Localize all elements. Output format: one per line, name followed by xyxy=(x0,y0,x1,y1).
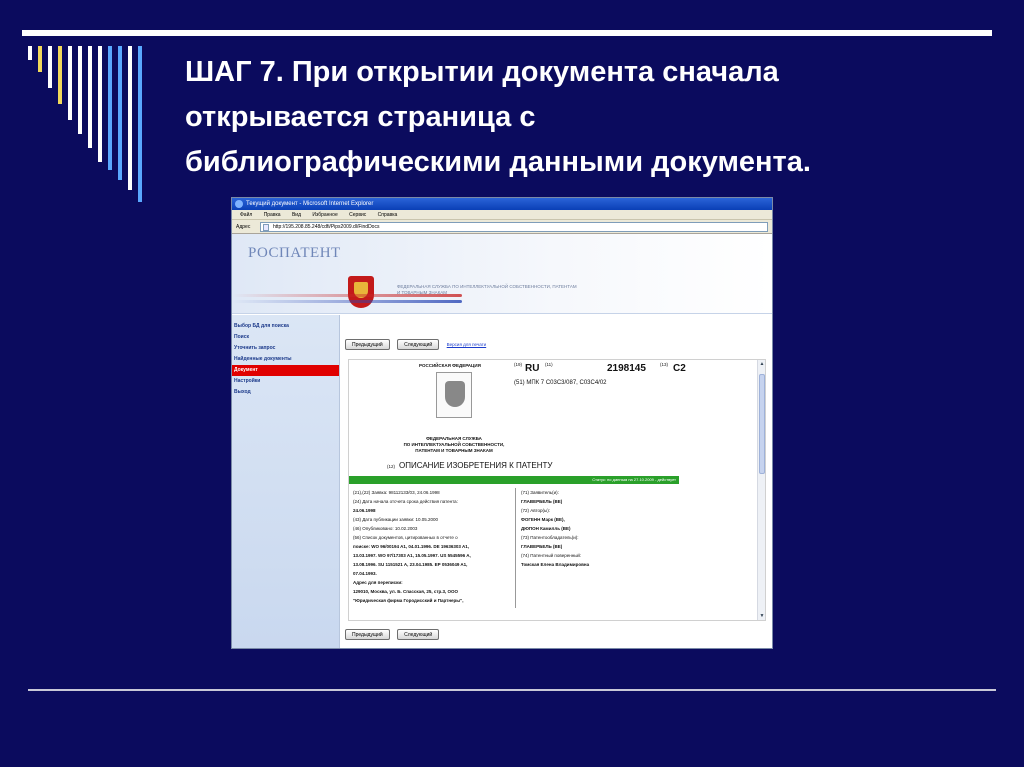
bottom-nav-buttons: Предыдущий Следующий xyxy=(345,629,442,641)
bottom-divider xyxy=(28,689,996,691)
decorative-stripe xyxy=(88,46,92,148)
address-value: http://195.208.85.248/cdfi/Pips2009.dl/F… xyxy=(273,224,380,230)
print-version-link[interactable]: Версия для печати xyxy=(447,339,487,350)
next-button[interactable]: Следующий xyxy=(397,339,440,350)
decorative-stripe xyxy=(58,46,62,104)
sidebar-item-search[interactable]: Поиск xyxy=(232,332,339,343)
decorative-stripe xyxy=(68,46,72,120)
slide-title-line-2: открывается страница с xyxy=(185,101,536,133)
menu-view[interactable]: Вид xyxy=(292,212,301,218)
slide-title: ШАГ 7. При открытии документа сначала от… xyxy=(185,50,965,185)
decorative-stripe xyxy=(38,46,42,72)
decorative-stripe xyxy=(128,46,132,190)
eagle-shape xyxy=(445,381,465,407)
document-field: ГЛАВЕРБЕЛЬ (BE) xyxy=(521,544,563,549)
country-code: RU xyxy=(525,363,540,374)
page-icon xyxy=(263,224,269,231)
menu-tools[interactable]: Сервис xyxy=(349,212,366,218)
column-divider xyxy=(515,488,516,608)
patent-kind: C2 xyxy=(673,363,686,374)
browser-title: Текущий документ - Microsoft Internet Ex… xyxy=(246,201,374,207)
document-field: (71) Заявитель(и): xyxy=(521,490,559,495)
sidebar-item-found-docs[interactable]: Найденные документы xyxy=(232,354,339,365)
document-field: 129010, Москва, ул. Б. Спасская, 25, стр… xyxy=(353,589,459,594)
prev-button-bottom[interactable]: Предыдущий xyxy=(345,629,390,640)
ie-icon xyxy=(235,200,243,208)
slide-title-line-3: библиографическими данными документа. xyxy=(185,146,811,178)
address-input[interactable]: http://195.208.85.248/cdfi/Pips2009.dl/F… xyxy=(260,222,768,232)
document-field: Томская Елена Владимировна xyxy=(521,562,590,567)
document-field: (21),(22) Заявка: 98112133/03, 24.06.199… xyxy=(353,490,440,495)
document-scrollbar[interactable]: ▲ ▼ xyxy=(757,360,765,620)
document-field: 13.08.1996. SU 1151521 A, 23.04.1985. EP… xyxy=(353,562,468,567)
prev-button[interactable]: Предыдущий xyxy=(345,339,390,350)
document-field: (43) Дата публикации заявки: 10.05.2000 xyxy=(353,517,439,522)
address-bar: Адрес http://195.208.85.248/cdfi/Pips200… xyxy=(232,220,772,234)
patent-document: РОССИЙСКАЯ ФЕДЕРАЦИЯ ФЕДЕРАЛЬНАЯ СЛУЖБА … xyxy=(348,359,766,621)
decorative-stripe xyxy=(138,46,142,202)
decorative-stripe xyxy=(48,46,52,88)
scroll-down-icon[interactable]: ▼ xyxy=(759,613,765,619)
document-field: ДЮПОН Камилль (BE) xyxy=(521,526,571,531)
sidebar-item-document[interactable]: Документ xyxy=(232,365,339,376)
ipc-classes: (51) МПК 7 C03C3/087, C03C4/02 xyxy=(514,380,607,386)
document-field: "Юридическая фирма Городисский и Партнер… xyxy=(353,598,464,603)
document-field: (24) Дата начала отсчета срока действия … xyxy=(353,499,458,504)
document-field: ФОГЕНН Марк (BE), xyxy=(521,517,565,522)
status-bar: Статус: по данным на 27.10.2009 - действ… xyxy=(349,476,679,484)
sidebar-item-refine[interactable]: Уточнить запрос xyxy=(232,343,339,354)
document-field: (74) Патентный поверенный: xyxy=(521,553,582,558)
sidebar-item-db-select[interactable]: Выбор БД для поиска xyxy=(232,321,339,332)
sidebar: Выбор БД для поиска Поиск Уточнить запро… xyxy=(232,315,340,648)
document-field: 13.03.1997. WO 97/17303 A1, 15.05.1997. … xyxy=(353,553,471,558)
sidebar-item-settings[interactable]: Настройки xyxy=(232,376,339,387)
browser-titlebar: Текущий документ - Microsoft Internet Ex… xyxy=(232,198,772,210)
state-emblem-icon xyxy=(436,372,472,418)
browser-window: Текущий документ - Microsoft Internet Ex… xyxy=(231,197,773,649)
code-19: (19) xyxy=(514,362,523,367)
document-field: поиске: WO 96/00194 A1, 04.01.1996. DE 1… xyxy=(353,544,469,549)
rospatent-logo: РОСПАТЕНТ xyxy=(248,245,341,261)
federal-service: ФЕДЕРАЛЬНАЯ СЛУЖБА ПО ИНТЕЛЛЕКТУАЛЬНОЙ С… xyxy=(389,436,519,454)
document-field: (46) Опубликовано: 10.02.2003 xyxy=(353,526,418,531)
address-label: Адрес xyxy=(236,224,251,230)
document-field: 24.06.1998 xyxy=(353,508,376,513)
flag-wave-red xyxy=(232,294,462,297)
document-field: Адрес для переписки: xyxy=(353,580,403,585)
main-content: Предыдущий Следующий Версия для печати Р… xyxy=(342,315,772,648)
decorative-stripe xyxy=(118,46,122,180)
slide-title-line-1: ШАГ 7. При открытии документа сначала xyxy=(185,56,779,88)
decorative-stripe xyxy=(98,46,102,162)
heading-code: (12) xyxy=(387,464,396,469)
decorative-stripe xyxy=(28,46,32,60)
document-field: 07.04.1993. xyxy=(353,571,377,576)
document-field: (56) Список документов, цитированных в о… xyxy=(353,535,458,540)
decorative-stripe xyxy=(78,46,82,134)
top-nav-buttons: Предыдущий Следующий Версия для печати xyxy=(345,339,486,351)
rospatent-banner: РОСПАТЕНТ ФЕДЕРАЛЬНАЯ СЛУЖБА ПО ИНТЕЛЛЕК… xyxy=(232,234,772,314)
menu-file[interactable]: Файл xyxy=(240,212,252,218)
document-heading: ОПИСАНИЕ ИЗОБРЕТЕНИЯ К ПАТЕНТУ xyxy=(399,461,553,470)
browser-menubar: Файл Правка Вид Избранное Сервис Справка xyxy=(232,210,772,220)
decorative-stripe xyxy=(108,46,112,170)
menu-favorites[interactable]: Избранное xyxy=(312,212,337,218)
code-11: (11) xyxy=(545,362,553,367)
coat-of-arms-icon xyxy=(348,276,374,308)
flag-wave-blue xyxy=(232,300,462,303)
document-field: (73) Патентообладатель(и): xyxy=(521,535,579,540)
country-name: РОССИЙСКАЯ ФЕДЕРАЦИЯ xyxy=(419,363,481,368)
top-divider xyxy=(22,30,992,36)
menu-edit[interactable]: Правка xyxy=(264,212,281,218)
patent-number: 2198145 xyxy=(607,363,646,374)
document-field: (72) Автор(ы): xyxy=(521,508,551,513)
next-button-bottom[interactable]: Следующий xyxy=(397,629,440,640)
scroll-up-icon[interactable]: ▲ xyxy=(759,361,765,367)
service-line-3: ПАТЕНТАМ И ТОВАРНЫМ ЗНАКАМ xyxy=(415,448,493,453)
scroll-thumb[interactable] xyxy=(759,374,765,474)
menu-help[interactable]: Справка xyxy=(378,212,398,218)
document-field: ГЛАВЕРБЕЛЬ (BE) xyxy=(521,499,563,504)
code-13: (13) xyxy=(660,362,669,367)
sidebar-item-exit[interactable]: Выход xyxy=(232,387,339,398)
